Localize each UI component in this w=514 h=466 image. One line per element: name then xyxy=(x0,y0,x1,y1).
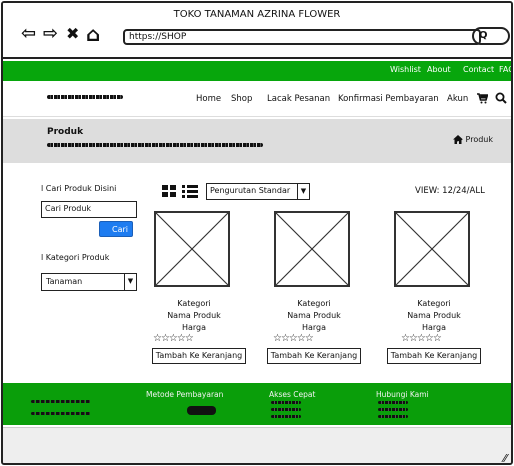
nav-home[interactable]: Home xyxy=(196,94,221,104)
product-search-input[interactable]: Cari Produk xyxy=(41,201,137,218)
footer-address-scribble xyxy=(31,400,91,403)
link-faq[interactable]: FAQ xyxy=(499,65,511,74)
add-to-cart-button[interactable]: Tambah Ke Keranjang xyxy=(387,348,481,364)
back-icon[interactable]: ⇦ xyxy=(21,25,36,43)
logo-scribble[interactable] xyxy=(47,95,123,99)
search-label: l Cari Produk Disini xyxy=(41,184,117,193)
rating-stars: ☆☆☆☆☆ xyxy=(273,333,314,344)
page-subtitle-scribble xyxy=(47,143,263,147)
stop-icon[interactable]: ✖ xyxy=(66,25,79,43)
page-title: Produk xyxy=(47,127,84,137)
product-name[interactable]: Nama Produk xyxy=(259,311,369,320)
footer-heading-contact: Hubungi Kami xyxy=(376,390,429,399)
window-title: TOKO TANAMAN AZRINA FLOWER xyxy=(173,9,341,20)
main-navigation: Home Shop Lacak Pesanan Konfirmasi Pemba… xyxy=(3,81,511,117)
search-button[interactable]: Cari xyxy=(99,221,133,237)
top-link-bar: Wishlist About Contact FAQ xyxy=(3,61,511,81)
link-contact[interactable]: Contact xyxy=(463,65,494,74)
product-category: Kategori xyxy=(297,299,331,308)
footer-heading-payment: Metode Pembayaran xyxy=(146,390,224,399)
cart-icon[interactable] xyxy=(477,93,488,104)
footer-heading-quick-access: Akses Cepat xyxy=(269,390,316,399)
rating-stars: ☆☆☆☆☆ xyxy=(153,333,194,344)
rating-stars: ☆☆☆☆☆ xyxy=(401,333,442,344)
search-icon[interactable] xyxy=(495,92,507,104)
footer-address-scribble xyxy=(31,412,91,415)
product-name[interactable]: Nama Produk xyxy=(139,311,249,320)
grid-view-icon[interactable] xyxy=(162,185,176,197)
link-wishlist[interactable]: Wishlist xyxy=(390,65,421,74)
category-label: l Kategori Produk xyxy=(41,253,110,262)
product-price: Harga xyxy=(421,323,447,332)
nav-shop[interactable]: Shop xyxy=(231,94,252,104)
status-bar: ⁄⁄ xyxy=(3,427,511,463)
address-bar[interactable]: https://SHOP xyxy=(123,29,481,45)
product-image-placeholder[interactable] xyxy=(394,211,470,287)
chevron-down-icon: ▼ xyxy=(297,184,309,199)
product-image-placeholder[interactable] xyxy=(154,211,230,287)
page-header-band: Produk > Produk xyxy=(3,119,511,163)
view-count-selector[interactable]: VIEW: 12/24/ALL xyxy=(415,186,485,196)
category-select-value: Tanaman xyxy=(46,277,83,286)
nav-akun[interactable]: Akun xyxy=(447,94,468,104)
sort-select[interactable]: Pengurutan Standar ▼ xyxy=(206,183,310,200)
browser-chrome: TOKO TANAMAN AZRINA FLOWER ⇦ ⇨ ✖ ⌂ https… xyxy=(3,3,511,59)
contact-scribble xyxy=(378,415,408,418)
product-category: Kategori xyxy=(417,299,451,308)
nav-konfirmasi-pembayaran[interactable]: Konfirmasi Pembayaran xyxy=(338,94,439,104)
quick-link-scribble[interactable] xyxy=(271,415,301,418)
breadcrumb[interactable]: > Produk xyxy=(456,135,493,144)
contact-scribble xyxy=(378,401,408,404)
payment-logo-scribble xyxy=(187,406,216,415)
product-price: Harga xyxy=(301,323,327,332)
home-icon[interactable]: ⌂ xyxy=(86,24,100,44)
contact-scribble xyxy=(378,408,408,411)
resize-grip-icon[interactable]: ⁄⁄ xyxy=(503,452,507,463)
product-name[interactable]: Nama Produk xyxy=(379,311,489,320)
site-footer: Metode Pembayaran Akses Cepat Hubungi Ka… xyxy=(3,383,511,425)
list-view-icon[interactable] xyxy=(182,184,198,198)
browser-window: TOKO TANAMAN AZRINA FLOWER ⇦ ⇨ ✖ ⌂ https… xyxy=(1,1,513,465)
add-to-cart-button[interactable]: Tambah Ke Keranjang xyxy=(267,348,361,364)
add-to-cart-button[interactable]: Tambah Ke Keranjang xyxy=(152,348,246,364)
sort-select-value: Pengurutan Standar xyxy=(210,186,291,195)
category-select[interactable]: Tanaman ▼ xyxy=(41,273,137,291)
link-about[interactable]: About xyxy=(427,65,451,74)
product-price: Harga xyxy=(181,323,207,332)
browser-search-icon[interactable]: Q xyxy=(472,27,510,45)
quick-link-scribble[interactable] xyxy=(271,408,301,411)
forward-icon[interactable]: ⇨ xyxy=(43,25,58,43)
product-image-placeholder[interactable] xyxy=(274,211,350,287)
product-category: Kategori xyxy=(177,299,211,308)
chevron-down-icon: ▼ xyxy=(124,274,136,290)
quick-link-scribble[interactable] xyxy=(271,401,301,404)
nav-lacak-pesanan[interactable]: Lacak Pesanan xyxy=(267,94,330,104)
